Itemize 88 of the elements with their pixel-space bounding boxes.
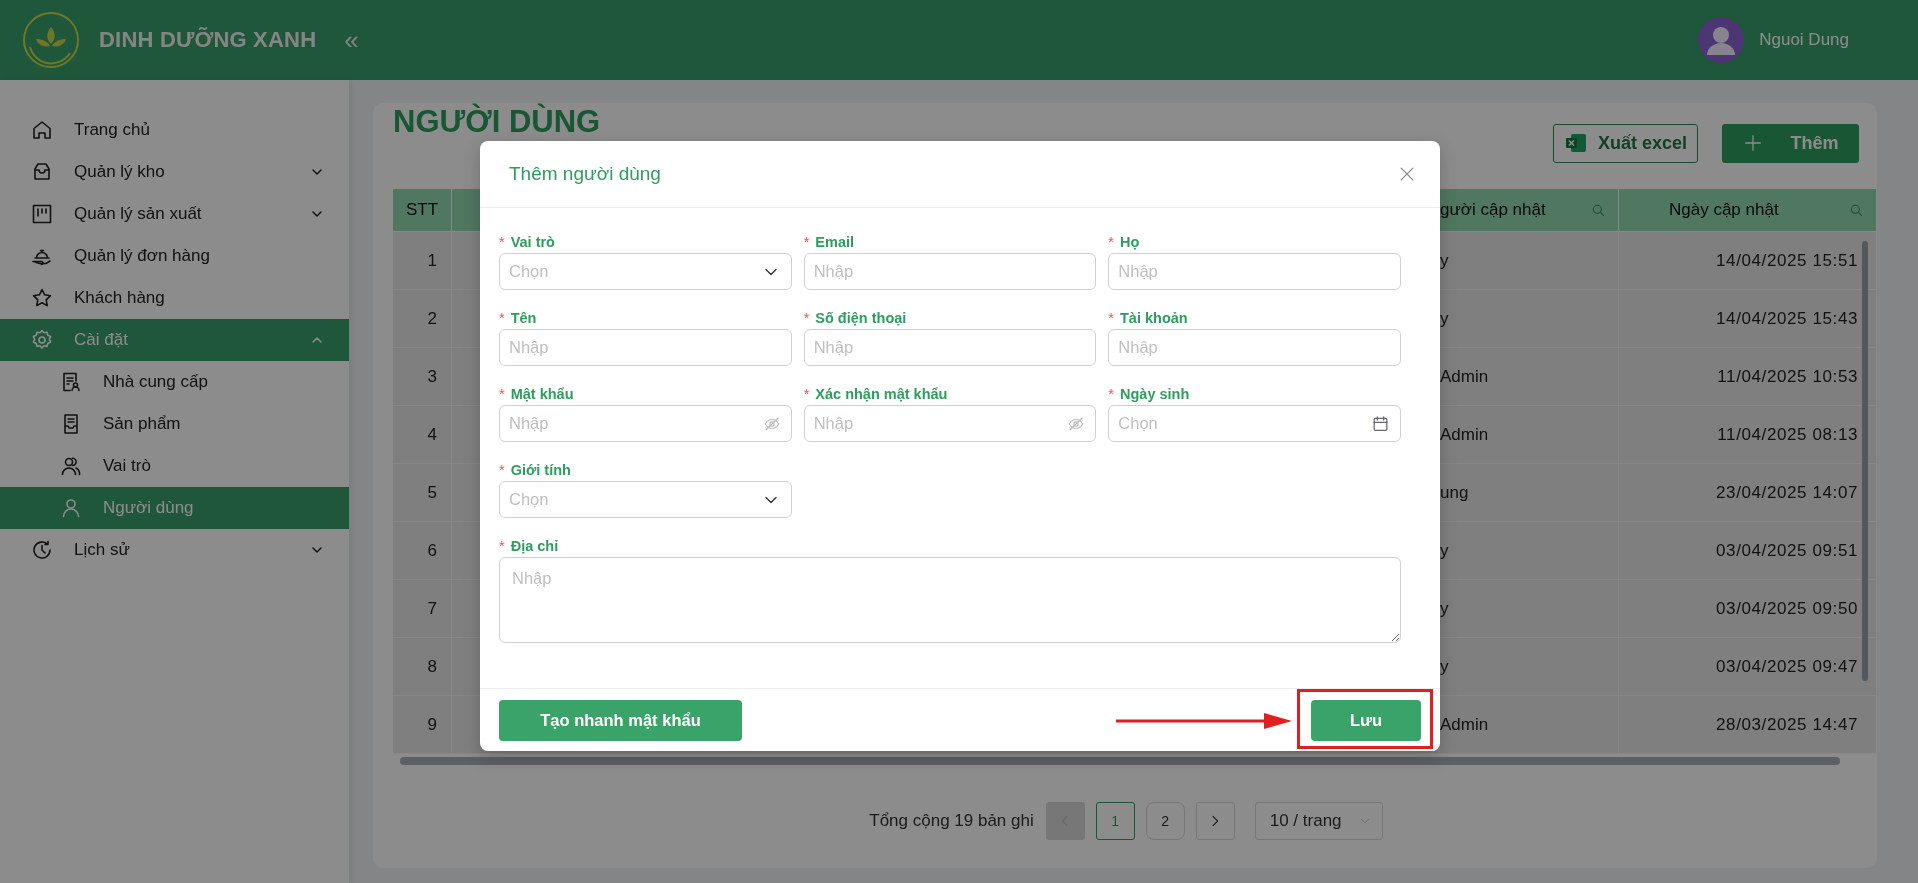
scrollbar[interactable] [400,756,1840,765]
table-cell: 3 [393,348,452,406]
field-label: * Giới tính [499,461,572,480]
sidebar-item[interactable]: Quản lý đơn hàng [0,235,349,277]
password-field[interactable]: Nhập [499,405,792,442]
home-icon [30,118,54,142]
export-button[interactable]: Xuất excel [1552,123,1698,163]
table-cell: 03/04/2025 09:47 [1619,638,1877,696]
sidebar-item[interactable]: Người dùng [0,487,349,529]
scrollbar[interactable] [1862,241,1868,681]
field-label: * Xác nhận mật khẩu [803,385,949,404]
field-label: * Tên [499,309,538,328]
input-field[interactable]: Nhập [803,329,1097,366]
generate-password-button[interactable]: Tạo nhanh mật khẩu [499,699,742,741]
table-cell: 11/04/2025 08:13 [1619,406,1877,464]
address-field[interactable]: Nhập [499,557,1401,643]
table-cell: ung [1440,464,1619,522]
password-field[interactable]: Nhập [803,405,1097,442]
table-cell: y [1440,638,1619,696]
table-cell: y [1440,232,1619,290]
table-cell: 7 [393,580,452,638]
next-page-button[interactable] [1195,802,1235,840]
table-cell: 14/04/2025 15:51 [1619,232,1877,290]
record-count: Tổng cộng 19 bản ghi [869,811,1034,831]
select-field[interactable]: Chọn [499,253,792,290]
page-button[interactable]: 2 [1145,802,1185,840]
logo-icon [20,9,82,71]
table-cell: 9 [393,696,452,754]
collapse-button[interactable]: « [340,27,363,53]
column-header[interactable]: Ngày cập nhật [1619,189,1877,232]
page-button[interactable]: 1 [1095,802,1135,840]
table-cell: 23/04/2025 14:07 [1619,464,1877,522]
table-cell: Admin [1440,696,1619,754]
sidebar-item[interactable]: Nhà cung cấp [0,361,349,403]
page-size-select[interactable]: 10 / trang [1254,802,1383,840]
table-cell: 2 [393,290,452,348]
field-label: * Tài khoản [1108,309,1189,328]
table-cell: 03/04/2025 09:51 [1619,522,1877,580]
avatar-icon[interactable] [1698,17,1745,63]
sidebar-item[interactable]: Trang chủ [0,109,349,151]
spreadsheet-icon [1563,131,1588,155]
table-cell: y [1440,290,1619,348]
field-label: * Họ [1108,233,1141,252]
users-icon [59,454,83,478]
sidebar-item[interactable]: Sản phẩm [0,403,349,445]
table-cell: Admin [1440,348,1619,406]
sidebar-item[interactable]: Quản lý kho [0,151,349,193]
dialog-title: Thêm người dùng [509,163,662,185]
input-field[interactable]: Nhập [1108,329,1401,366]
field-label: * Mật khẩu [499,385,575,404]
date-field[interactable]: Chọn [1108,405,1401,442]
brand-name: DINH DƯỠNG XANH [99,27,317,53]
column-header[interactable]: gười cập nhật [1440,189,1619,232]
calendar-icon [1371,414,1390,433]
table-cell: y [1440,580,1619,638]
user-name[interactable]: Nguoi Dung [1759,30,1849,50]
sidebar-item[interactable]: Cài đặt [0,319,349,361]
table-cell: 11/04/2025 10:53 [1619,348,1877,406]
page-title: NGƯỜI DÙNG [393,105,602,139]
settings-icon [30,328,54,352]
clock-icon [30,538,54,562]
table-cell: 14/04/2025 15:43 [1619,290,1877,348]
table-cell: Admin [1440,406,1619,464]
save-button[interactable]: Lưu [1311,699,1421,741]
table-cell: y [1440,522,1619,580]
table-cell: 4 [393,406,452,464]
select-field[interactable]: Chọn [499,481,792,518]
sidebar-item[interactable]: Vai trò [0,445,349,487]
add-button[interactable]: Thêm [1722,123,1859,163]
table-cell: 03/04/2025 09:50 [1619,580,1877,638]
sidebar-item[interactable]: Lịch sử [0,529,349,571]
sidebar-item[interactable]: Khách hàng [0,277,349,319]
field-label: * Ngày sinh [1108,385,1191,404]
table-cell: 5 [393,464,452,522]
input-field[interactable]: Nhập [499,329,792,366]
field-label: * Địa chỉ [499,537,560,556]
table-cell: 6 [393,522,452,580]
field-label: * Số điện thoại [803,309,908,328]
field-label: * Email [803,233,855,252]
input-field[interactable]: Nhập [1108,253,1401,290]
input-field[interactable]: Nhập [803,253,1097,290]
sidebar-item[interactable]: Quản lý sản xuất [0,193,349,235]
table-cell: 28/03/2025 14:47 [1619,696,1877,754]
board-icon [30,202,54,226]
field-label: * Vai trò [499,233,556,252]
table-cell: 1 [393,232,452,290]
column-header[interactable]: STT [393,189,452,232]
table-cell: 8 [393,638,452,696]
